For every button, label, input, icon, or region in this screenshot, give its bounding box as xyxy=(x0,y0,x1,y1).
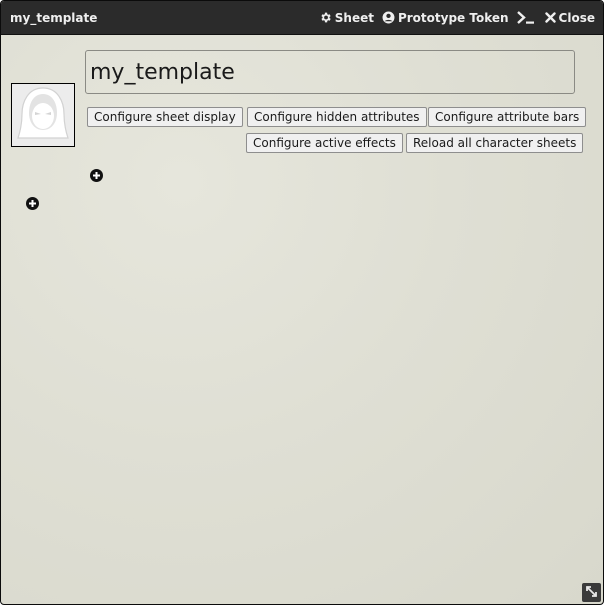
terminal-button[interactable] xyxy=(516,11,535,24)
sheet-window: my_template Sheet Prototype Token Close … xyxy=(0,0,604,605)
sheet-name-input[interactable] xyxy=(85,50,575,94)
gear-icon xyxy=(319,11,332,24)
prototype-token-label: Prototype Token xyxy=(397,10,509,25)
prototype-token-button[interactable]: Prototype Token xyxy=(382,11,509,25)
sheet-button[interactable]: Sheet xyxy=(319,11,374,25)
reload-all-character-sheets-button[interactable]: Reload all character sheets xyxy=(406,133,584,153)
sheet-button-label: Sheet xyxy=(334,10,374,25)
add-section-button[interactable] xyxy=(26,195,39,210)
terminal-icon xyxy=(516,11,535,24)
plus-circle-icon xyxy=(90,167,103,186)
add-item-button[interactable] xyxy=(90,167,103,182)
close-icon xyxy=(544,12,556,23)
window-title: my_template xyxy=(10,10,98,25)
configure-attribute-bars-button[interactable]: Configure attribute bars xyxy=(428,107,587,127)
window-titlebar[interactable]: my_template Sheet Prototype Token Close xyxy=(1,1,603,35)
window-resize-handle[interactable] xyxy=(582,583,601,602)
configure-active-effects-button[interactable]: Configure active effects xyxy=(246,133,403,153)
configure-sheet-display-button[interactable]: Configure sheet display xyxy=(87,107,243,127)
sheet-content: Configure sheet display Configure hidden… xyxy=(1,35,603,604)
configure-hidden-attributes-button[interactable]: Configure hidden attributes xyxy=(247,107,427,127)
resize-icon xyxy=(585,583,598,602)
user-circle-icon xyxy=(382,11,395,24)
close-button[interactable]: Close xyxy=(544,10,595,25)
hooded-figure-icon xyxy=(14,84,72,146)
character-portrait[interactable] xyxy=(11,83,75,147)
plus-circle-icon xyxy=(26,195,39,214)
close-button-label: Close xyxy=(558,10,595,25)
